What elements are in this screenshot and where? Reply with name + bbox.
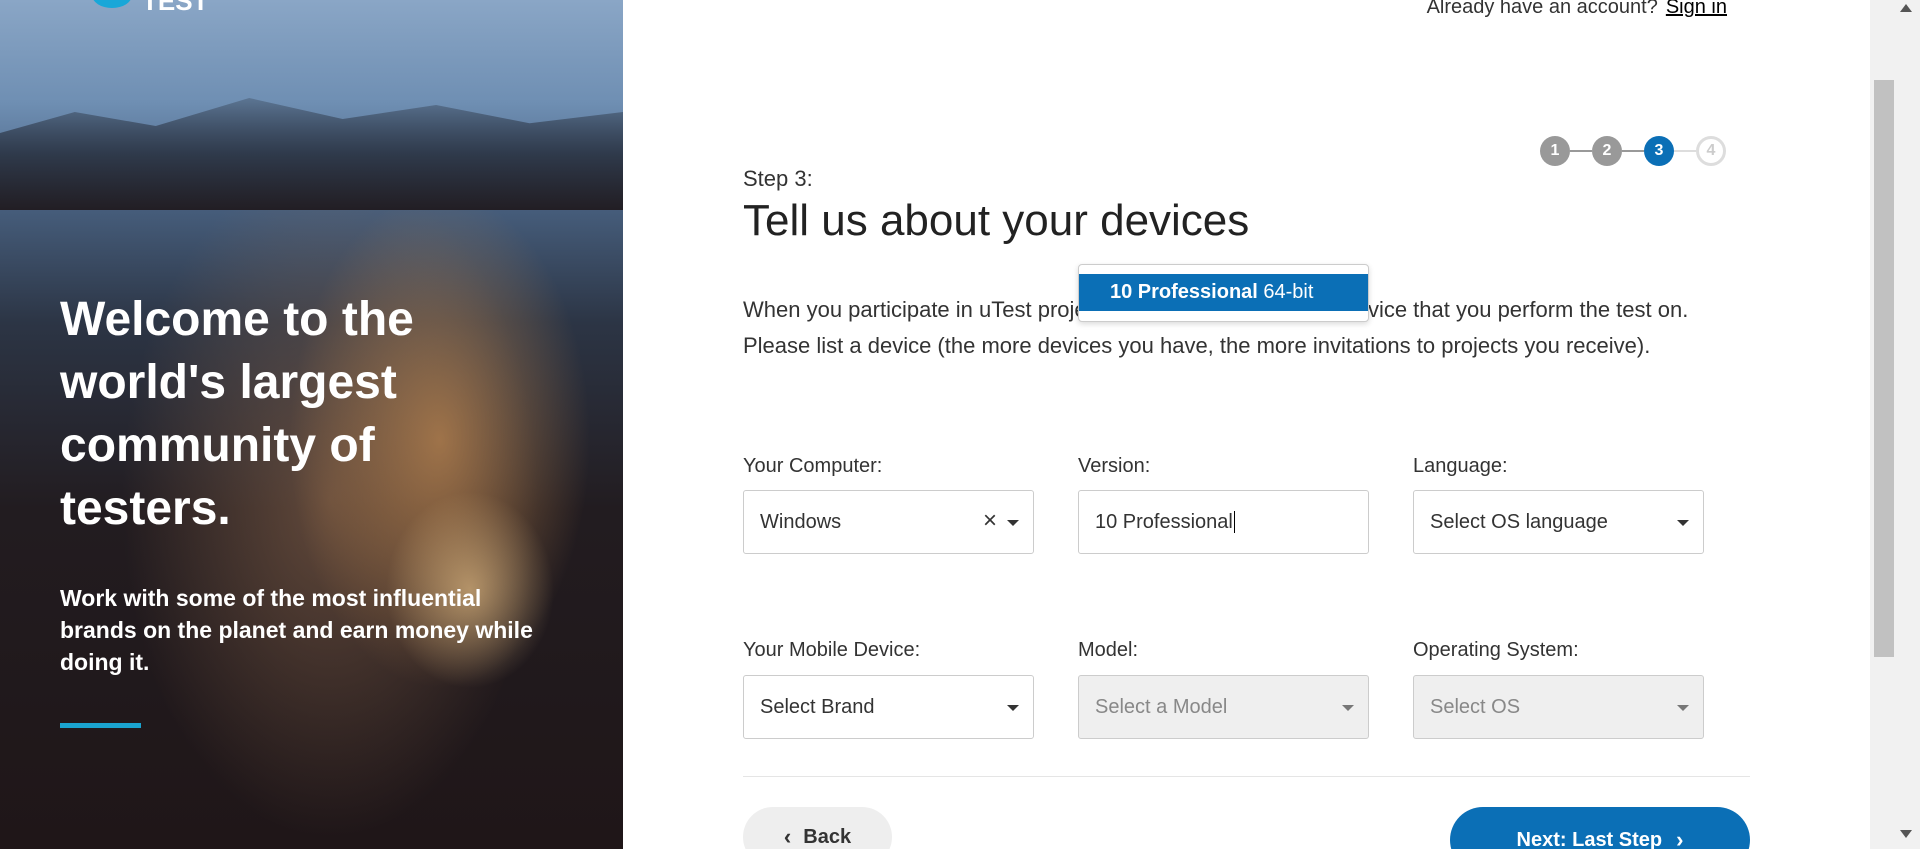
os-select: Select OS	[1413, 675, 1704, 739]
autocomplete-match: 10 Professional	[1110, 281, 1258, 303]
step-3-current: 3	[1644, 136, 1674, 166]
computer-select-value: Windows	[760, 510, 842, 533]
version-label: Version:	[1078, 455, 1151, 477]
chevron-right-icon: ›	[1676, 827, 1684, 849]
signin-link[interactable]: Sign in	[1666, 0, 1727, 18]
utest-logo-icon[interactable]	[92, 0, 132, 8]
model-label: Model:	[1078, 639, 1139, 661]
hero-background-mountains	[0, 98, 623, 210]
back-button-label: Back	[803, 825, 852, 848]
version-input-value: 10 Professional	[1095, 510, 1233, 533]
chevron-down-icon	[1677, 705, 1689, 711]
step-2: 2	[1592, 136, 1622, 166]
chevron-down-icon[interactable]	[1007, 520, 1019, 526]
version-autocomplete-list: 10 Professional 64-bit	[1078, 264, 1369, 322]
hero-panel: TEST Welcome to the world's largest comm…	[0, 0, 623, 849]
page-title: Tell us about your devices	[743, 196, 1250, 245]
hero-subheading: Work with some of the most influential b…	[60, 585, 533, 675]
progress-stepper: 1 2 3 4	[1540, 136, 1726, 166]
step-1: 1	[1540, 136, 1570, 166]
back-button[interactable]: ‹ Back	[743, 807, 892, 849]
autocomplete-option[interactable]: 10 Professional 64-bit	[1079, 274, 1368, 311]
computer-label: Your Computer:	[743, 455, 883, 477]
os-select-placeholder: Select OS	[1430, 695, 1521, 718]
computer-select[interactable]: Windows ×	[743, 490, 1034, 554]
clear-icon[interactable]: ×	[983, 509, 997, 533]
step-connector	[1570, 150, 1592, 152]
hero-accent-bar	[60, 723, 141, 728]
os-label: Operating System:	[1413, 639, 1579, 661]
chevron-left-icon: ‹	[783, 824, 792, 849]
language-select-placeholder: Select OS language	[1430, 510, 1608, 533]
chevron-down-icon	[1342, 705, 1354, 711]
step-4: 4	[1696, 136, 1726, 166]
logo-text: TEST	[142, 0, 209, 16]
scroll-down-arrow-icon[interactable]	[1900, 830, 1912, 838]
brand-select[interactable]: Select Brand	[743, 675, 1034, 739]
language-label: Language:	[1413, 455, 1508, 477]
step-connector	[1622, 150, 1644, 152]
hero-heading: Welcome to the world's largest community…	[60, 293, 414, 535]
model-select: Select a Model	[1078, 675, 1369, 739]
text-cursor	[1233, 511, 1235, 533]
brand-select-placeholder: Select Brand	[760, 695, 875, 718]
next-button-label: Next: Last Step	[1516, 828, 1663, 849]
next-button[interactable]: Next: Last Step ›	[1450, 807, 1750, 849]
autocomplete-rest: 64-bit	[1257, 281, 1314, 303]
signin-prompt-row: Already have an account? Sign in	[1427, 0, 1727, 19]
step-connector	[1674, 150, 1696, 152]
step-label: Step 3:	[743, 166, 813, 191]
chevron-down-icon[interactable]	[1677, 520, 1689, 526]
form-divider	[743, 776, 1750, 777]
mobile-device-label: Your Mobile Device:	[743, 639, 921, 661]
signin-prompt: Already have an account?	[1426, 0, 1658, 18]
scrollbar-thumb[interactable]	[1874, 80, 1894, 657]
model-select-placeholder: Select a Model	[1095, 695, 1228, 718]
version-input[interactable]: 10 Professional	[1078, 490, 1369, 554]
scroll-up-arrow-icon[interactable]	[1900, 4, 1912, 12]
language-select[interactable]: Select OS language	[1413, 490, 1704, 554]
chevron-down-icon[interactable]	[1007, 705, 1019, 711]
